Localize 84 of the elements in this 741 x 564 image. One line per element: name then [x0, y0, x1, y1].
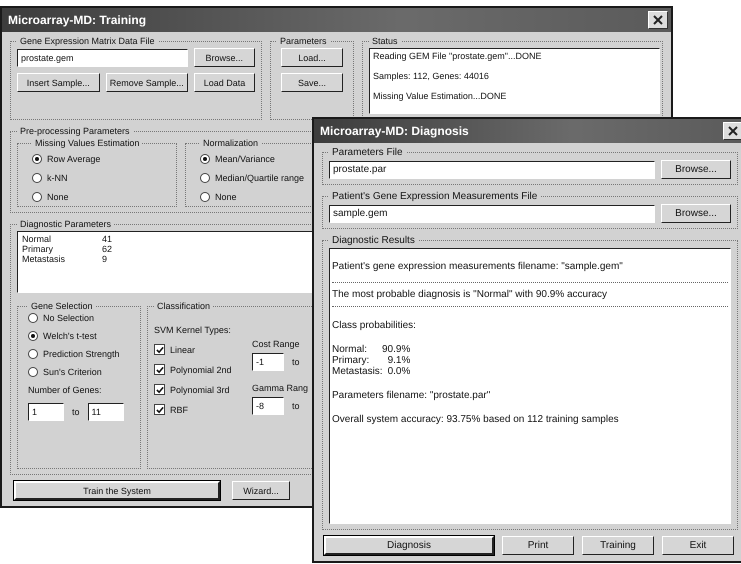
radio-option[interactable]: None [200, 192, 237, 202]
browse-button[interactable]: Browse... [194, 48, 255, 67]
group-label: Gene Expression Matrix Data File [19, 36, 156, 46]
radio-option[interactable]: No Selection [28, 313, 94, 323]
group-label: Gene Selection [30, 301, 94, 311]
result-line: Overall system accuracy: 93.75% based on 112 training samples [332, 414, 619, 425]
radio-option[interactable]: Welch's t-test [28, 331, 97, 341]
radio-option[interactable]: Prediction Strength [28, 349, 120, 359]
group-label: Parameters File [331, 147, 404, 158]
probability-value: 9.1% [388, 355, 410, 366]
probability-value: 0.0% [388, 366, 410, 377]
range-label: to [292, 357, 300, 367]
parameters-button[interactable]: Save... [281, 73, 343, 92]
action-button[interactable]: Insert Sample... [17, 73, 100, 92]
action-button[interactable]: Exit [662, 536, 734, 555]
class-name: Metastasis [22, 254, 66, 264]
field-label: Number of Genes: [28, 385, 102, 395]
range-field[interactable]: -1 [252, 353, 284, 371]
radio-option[interactable]: k-NN [32, 173, 68, 183]
file-field[interactable]: sample.gem [329, 204, 655, 222]
file-field[interactable]: prostate.gem [17, 48, 188, 66]
action-button[interactable]: Diagnosis [324, 536, 494, 555]
class-name: Primary [22, 244, 53, 254]
number-field[interactable]: 11 [88, 403, 124, 421]
close-icon [652, 14, 664, 26]
radio-option[interactable]: Row Average [32, 154, 100, 164]
action-button[interactable]: Remove Sample... [106, 73, 188, 92]
range-label: to [72, 407, 80, 417]
close-button[interactable] [723, 122, 741, 140]
result-line: Parameters filename: "prostate.par" [332, 390, 490, 401]
group-label: Status [371, 36, 399, 46]
group-label: Diagnostic Results [331, 235, 416, 246]
probability-value: 90.9% [382, 344, 410, 355]
browse-button[interactable]: Browse... [661, 204, 731, 223]
range-label: to [292, 401, 300, 411]
checkbox-option[interactable]: RBF [154, 404, 188, 415]
radio-option[interactable]: Sun's Criterion [28, 367, 102, 377]
check-icon [156, 366, 164, 374]
field-label: Cost Range [252, 339, 300, 349]
file-field[interactable]: prostate.par [329, 160, 655, 178]
result-line: Patient's gene expression measurements filename: "sample.gem" [332, 261, 623, 272]
group-label: Normalization [202, 138, 260, 148]
checkbox-option[interactable]: Polynomial 3rd [154, 384, 230, 395]
number-field[interactable]: 1 [28, 403, 64, 421]
window-title: Microarray-MD: Training [8, 13, 146, 27]
field-label: SVM Kernel Types: [154, 325, 231, 335]
status-line: Samples: 112, Genes: 44016 [373, 71, 490, 81]
group-label: Classification [156, 301, 212, 311]
status-line: Missing Value Estimation...DONE [373, 91, 508, 101]
check-icon [156, 346, 164, 354]
class-count: 62 [102, 244, 112, 254]
parameters-button[interactable]: Load... [281, 48, 343, 67]
close-icon [727, 125, 739, 137]
class-name: Metastasis: [332, 366, 383, 377]
group-label: Diagnostic Parameters [19, 219, 112, 229]
window-title: Microarray-MD: Diagnosis [320, 124, 469, 138]
status-line: Reading GEM File "prostate.gem"...DONE [373, 51, 542, 61]
class-name: Normal [22, 234, 52, 244]
check-icon [156, 386, 164, 394]
group-label: Parameters [279, 36, 328, 46]
class-count: 9 [102, 254, 108, 264]
radio-option[interactable]: Mean/Variance [200, 154, 275, 164]
checkbox-option[interactable]: Linear [154, 344, 196, 355]
checkbox-option[interactable]: Polynomial 2nd [154, 364, 232, 375]
range-field[interactable]: -8 [252, 397, 284, 415]
browse-button[interactable]: Browse... [661, 160, 731, 179]
action-button[interactable]: Load Data [194, 73, 256, 92]
result-line: Class probabilities: [332, 320, 416, 331]
action-button[interactable]: Wizard... [232, 481, 290, 500]
action-button[interactable]: Training [582, 536, 654, 555]
class-count: 41 [102, 234, 112, 244]
action-button[interactable]: Print [502, 536, 574, 555]
group-label: Pre-processing Parameters [19, 126, 131, 136]
class-name: Normal: [332, 344, 368, 355]
class-name: Primary: [332, 355, 370, 366]
result-line: The most probable diagnosis is "Normal" with 90.9% accuracy [332, 289, 607, 300]
radio-option[interactable]: Median/Quartile range [200, 173, 304, 183]
action-button[interactable]: Train the System [14, 481, 220, 500]
field-label: Gamma Rang [252, 383, 308, 393]
group-label: Missing Values Estimation [34, 138, 140, 148]
radio-option[interactable]: None [32, 192, 69, 202]
check-icon [156, 406, 164, 414]
close-button[interactable] [648, 11, 668, 29]
group-label: Patient's Gene Expression Measurements File [331, 191, 538, 202]
